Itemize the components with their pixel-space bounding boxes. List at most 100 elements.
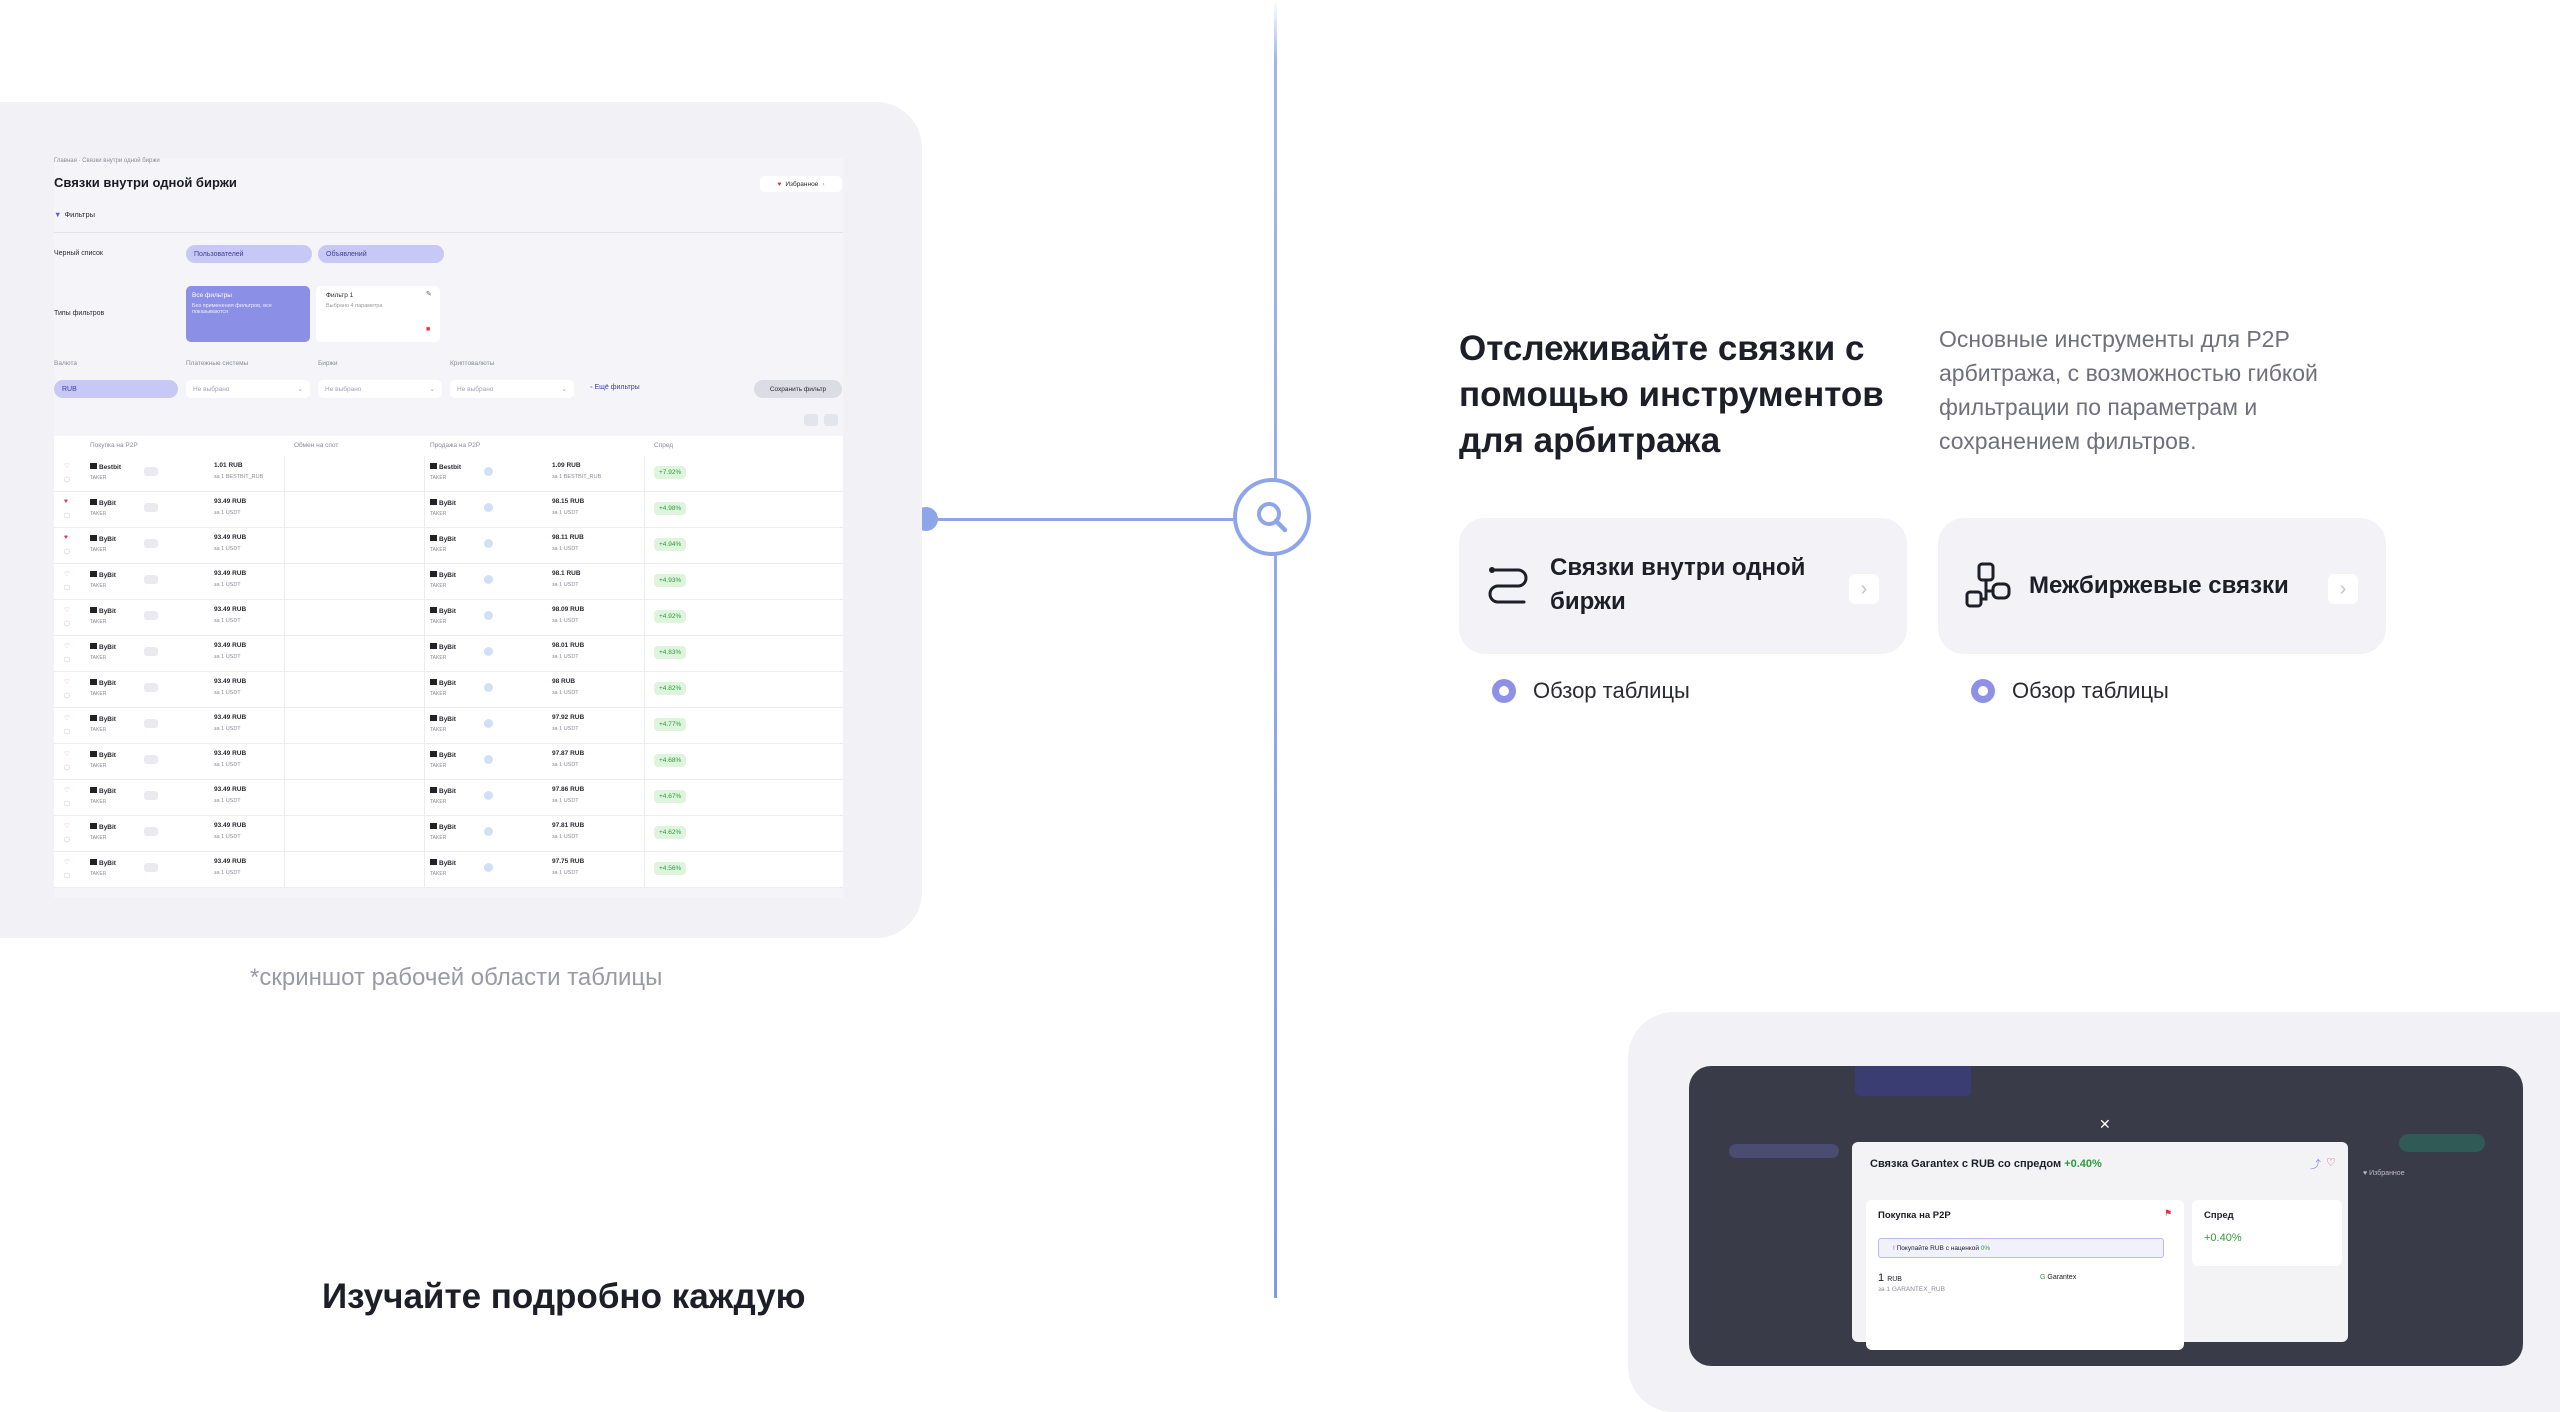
favorite-toggle-icon[interactable]: ♡ xyxy=(64,462,70,470)
column-divider xyxy=(284,600,285,635)
table-row[interactable]: ♡ ▢ Bestbit TAKER 1.01 RUB за 1 BESTBIT_RUB Be… xyxy=(54,456,843,492)
overview-link-single-exchange[interactable]: Обзор таблицы xyxy=(1492,678,1690,704)
sell-price: 97.81 RUB xyxy=(552,822,585,829)
buy-exchange: ByBit xyxy=(90,715,116,723)
checkbox-icon[interactable]: ▢ xyxy=(64,475,70,483)
checkbox-icon[interactable]: ▢ xyxy=(64,619,70,627)
payment-method-icon xyxy=(484,575,493,584)
sell-exchange: ByBit xyxy=(430,859,456,867)
favorite-toggle-icon[interactable]: ♡ xyxy=(64,786,70,794)
filters-label: Фильтры xyxy=(64,210,96,219)
route-icon xyxy=(1488,567,1528,604)
checkbox-icon[interactable]: ▢ xyxy=(64,871,70,879)
payment-method-icon xyxy=(484,539,493,548)
overview-link-cross-exchange[interactable]: Обзор таблицы xyxy=(1971,678,2169,704)
favorite-toggle-icon[interactable]: ♥ xyxy=(64,498,68,505)
sell-price-sub: за 1 USDT xyxy=(552,870,579,876)
column-divider xyxy=(644,708,645,743)
crypto-select[interactable]: Не выбрано ⌄ xyxy=(450,380,574,398)
favorite-toggle-icon[interactable]: ♡ xyxy=(64,606,70,614)
table-row[interactable]: ♡ ▢ ByBit TAKER 93.49 RUB за 1 USDT ByBit TAKER… xyxy=(54,708,843,744)
order-type: TAKER xyxy=(430,583,447,589)
share-icon[interactable]: ⤴ xyxy=(2310,1156,2321,1172)
payment-method-badge xyxy=(144,575,158,584)
buy-exchange: ByBit xyxy=(90,823,116,831)
tool-card-cross-exchange[interactable]: Межбиржевые связки › xyxy=(1938,518,2386,654)
column-divider xyxy=(424,456,425,491)
table-row[interactable]: ♡ ▢ ByBit TAKER 93.49 RUB за 1 USDT ByBit TAKER… xyxy=(54,780,843,816)
checkbox-icon[interactable]: ▢ xyxy=(64,691,70,699)
table-row[interactable]: ♡ ▢ ByBit TAKER 93.49 RUB за 1 USDT ByBit TAKER… xyxy=(54,852,843,888)
sell-exchange: Bestbit xyxy=(430,463,461,471)
heart-icon[interactable]: ♡ xyxy=(2326,1156,2336,1169)
tool-card-single-exchange[interactable]: Связки внутри одной биржи › xyxy=(1459,518,1907,654)
favorite-toggle-icon[interactable]: ♡ xyxy=(64,822,70,830)
favorite-toggle-icon[interactable]: ♡ xyxy=(64,678,70,686)
filter-all-card[interactable]: Все фильтры Без применения фильтров, все… xyxy=(186,286,310,342)
favorites-button[interactable]: ♥ Избранное › xyxy=(760,176,842,192)
exchanges-select[interactable]: Не выбрано ⌄ xyxy=(318,380,442,398)
edit-icon[interactable]: ✎ xyxy=(426,290,432,298)
table-row[interactable]: ♡ ▢ ByBit TAKER 93.49 RUB за 1 USDT ByBit TAKER… xyxy=(54,816,843,852)
currency-select[interactable]: RUB xyxy=(54,380,178,398)
blacklist-users-pill[interactable]: Пользователей xyxy=(186,245,312,263)
blacklist-ads-pill[interactable]: Объявлений xyxy=(318,245,444,263)
favorite-toggle-icon[interactable]: ♡ xyxy=(64,642,70,650)
buy-exchange: Bestbit xyxy=(90,463,121,471)
payment-method-badge xyxy=(144,647,158,656)
table-row[interactable]: ♡ ▢ ByBit TAKER 93.49 RUB за 1 USDT ByBit TAKER… xyxy=(54,744,843,780)
buy-exchange: ByBit xyxy=(90,859,116,867)
checkbox-icon[interactable]: ▢ xyxy=(64,835,70,843)
order-type: TAKER xyxy=(430,619,447,625)
checkbox-icon[interactable]: ▢ xyxy=(64,547,70,555)
buy-exchange: ByBit xyxy=(90,499,116,507)
buy-exchange: ByBit xyxy=(90,535,116,543)
order-type: TAKER xyxy=(90,871,107,877)
buy-exchange: ByBit xyxy=(90,571,116,579)
sell-price: 97.92 RUB xyxy=(552,714,585,721)
trash-icon[interactable]: ■ xyxy=(426,326,430,333)
checkbox-icon[interactable]: ▢ xyxy=(64,511,70,519)
filters-toggle[interactable]: ▼ Фильтры xyxy=(54,210,95,219)
section-description: Основные инструменты для P2P арбитража, … xyxy=(1939,326,2318,454)
order-type: TAKER xyxy=(430,727,447,733)
more-filters-button[interactable]: ◦ Ещё фильтры xyxy=(590,384,640,391)
buy-price-sub: за 1 USDT xyxy=(214,870,241,876)
sell-price: 1.09 RUB xyxy=(552,462,581,469)
payment-select[interactable]: Не выбрано ⌄ xyxy=(186,380,310,398)
buy-exchange: ByBit xyxy=(90,751,116,759)
checkbox-icon[interactable]: ▢ xyxy=(64,655,70,663)
favorite-toggle-icon[interactable]: ♡ xyxy=(64,750,70,758)
favorite-toggle-icon[interactable]: ♡ xyxy=(64,858,70,866)
table-row[interactable]: ♥ ▢ ByBit TAKER 93.49 RUB за 1 USDT ByBit TAKER… xyxy=(54,492,843,528)
sell-exchange: ByBit xyxy=(430,643,456,651)
filter-1-card[interactable]: Фильтр 1 Выбрано 4 параметра ✎ ■ xyxy=(316,286,440,342)
list-view-icon[interactable] xyxy=(804,414,818,426)
table-row[interactable]: ♡ ▢ ByBit TAKER 93.49 RUB за 1 USDT ByBit TAKER… xyxy=(54,672,843,708)
sell-exchange: ByBit xyxy=(430,715,456,723)
favorite-toggle-icon[interactable]: ♡ xyxy=(64,714,70,722)
filter-types-label: Типы фильтров xyxy=(54,310,105,317)
favorite-toggle-icon[interactable]: ♡ xyxy=(64,570,70,578)
table-row[interactable]: ♡ ▢ ByBit TAKER 93.49 RUB за 1 USDT ByBit TAKER… xyxy=(54,600,843,636)
buy-price-sub: за 1 USDT xyxy=(214,798,241,804)
grid-view-icon[interactable] xyxy=(824,414,838,426)
chevron-right-icon: › xyxy=(1849,574,1879,604)
checkbox-icon[interactable]: ▢ xyxy=(64,727,70,735)
checkbox-icon[interactable]: ▢ xyxy=(64,799,70,807)
table-row[interactable]: ♡ ▢ ByBit TAKER 93.49 RUB за 1 USDT ByBit TAKER… xyxy=(54,564,843,600)
table-row[interactable]: ♡ ▢ ByBit TAKER 93.49 RUB за 1 USDT ByBit TAKER… xyxy=(54,636,843,672)
favorite-toggle-icon[interactable]: ♥ xyxy=(64,534,68,541)
table-row[interactable]: ♥ ▢ ByBit TAKER 93.49 RUB за 1 USDT ByBit TAKER… xyxy=(54,528,843,564)
order-type: TAKER xyxy=(90,727,107,733)
column-divider xyxy=(284,816,285,851)
tool-title: Межбиржевые связки xyxy=(2029,572,2289,599)
checkbox-icon[interactable]: ▢ xyxy=(64,763,70,771)
save-filter-button[interactable]: Сохранить фильтр xyxy=(754,380,842,398)
column-divider xyxy=(644,456,645,491)
order-type: TAKER xyxy=(90,619,107,625)
column-divider xyxy=(284,852,285,887)
checkbox-icon[interactable]: ▢ xyxy=(64,583,70,591)
close-icon[interactable]: ✕ xyxy=(2099,1116,2111,1133)
heart-icon: ♥ xyxy=(777,180,782,188)
